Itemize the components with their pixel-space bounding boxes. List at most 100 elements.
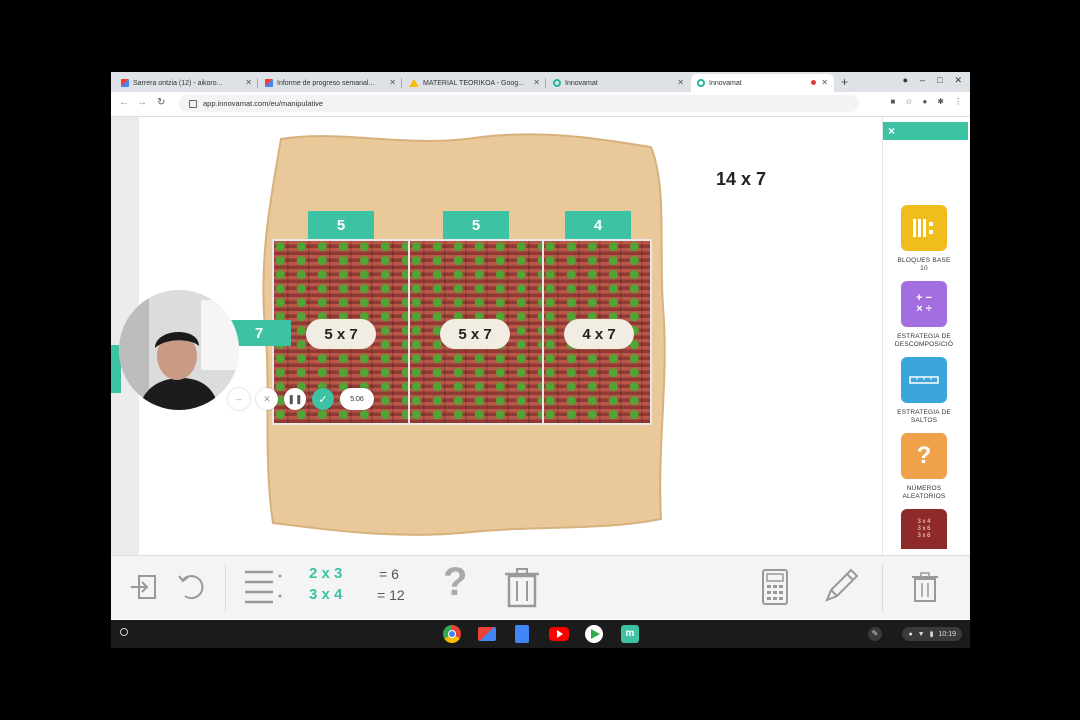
minimize-icon[interactable]: – (920, 75, 925, 86)
bottom-toolbar: 2 x 3 = 6 3 x 4 = 12 ? (111, 555, 970, 619)
maximize-icon[interactable]: □ (937, 75, 942, 86)
back-arrow-icon[interactable]: ← (119, 97, 129, 108)
tool-label: NÚMEROS ALEATORIOS (902, 485, 946, 500)
clock: 10:19 (938, 630, 956, 638)
calculator-icon[interactable] (761, 568, 789, 611)
column-width-tag-2[interactable]: 5 (443, 211, 509, 244)
recording-dot-icon (811, 80, 816, 85)
garden-plot-2[interactable]: 5 x 7 (408, 239, 544, 425)
equation-expression-1: 2 x 3 (309, 565, 343, 582)
drive-icon (409, 79, 419, 87)
window-controls: ● – □ ✕ (903, 75, 962, 86)
list-icon[interactable] (243, 568, 285, 611)
browser-tab-gmail-2[interactable]: Informe de progreso semanal... ✕ (259, 74, 402, 92)
help-button[interactable]: ? (443, 560, 467, 605)
account-icon[interactable]: ● (903, 75, 908, 86)
browser-tab-drive[interactable]: MATERIAL TEORIKOA - Goog... ✕ (403, 74, 546, 92)
undo-icon[interactable] (175, 570, 207, 607)
close-tab-icon[interactable]: ✕ (821, 78, 828, 87)
wifi-icon: ▼ (917, 630, 925, 638)
exit-icon[interactable] (129, 572, 159, 607)
pencil-icon[interactable] (821, 566, 861, 611)
tab-title: Sarrera ontzia (12) - aikoro... (133, 79, 223, 87)
minimize-recorder-icon[interactable]: – (228, 388, 250, 410)
tool-label: BLOQUES BASE 10 (897, 257, 951, 272)
tab-title: MATERIAL TEORIKOA - Goog... (423, 79, 525, 87)
reload-icon[interactable]: ↻ (157, 97, 165, 108)
tool-label: ESTRATEGIA DE DESCOMPOSICIÓ (894, 333, 954, 348)
browser-tab-strip: Sarrera ontzia (12) - aikoro... ✕ Inform… (111, 72, 970, 92)
base-ten-blocks-icon (901, 205, 947, 251)
docs-icon[interactable] (515, 625, 529, 643)
multiplication-table-icon: 3 x 4 3 x 6 3 x 6 (901, 509, 947, 549)
gmail-icon[interactable] (478, 627, 496, 641)
tool-decomposition-strategy[interactable]: + − × ÷ ESTRATEGIA DE DESCOMPOSICIÓ (889, 281, 959, 349)
close-tab-icon[interactable]: ✕ (677, 78, 684, 87)
webcam-bubble[interactable] (119, 290, 239, 410)
garden-plot-3[interactable]: 4 x 7 (542, 239, 652, 425)
chrome-icon[interactable] (443, 625, 461, 643)
plot-product-label: 4 x 7 (564, 319, 634, 349)
tab-title: Informe de progreso semanal... (277, 79, 375, 87)
equation-result-1: = 6 (379, 566, 399, 582)
browser-tab-innovamat-active[interactable]: Innovamat ✕ (691, 74, 834, 92)
problem-title: 14 x 7 (716, 169, 767, 189)
puzzle-extension-icon[interactable]: ✱ (937, 97, 944, 106)
tool-multiplication-table[interactable]: 3 x 4 3 x 6 3 x 6 (889, 509, 959, 549)
chromebook-screen: Sarrera ontzia (12) - aikoro... ✕ Inform… (111, 72, 970, 648)
extension-icons: ■ ☆ ● ✱ ⋮ (890, 97, 962, 106)
notification-icon: ● (908, 630, 913, 638)
tab-title: Innovamat (709, 79, 742, 87)
number-line-icon (901, 357, 947, 403)
math-operations-icon: + − × ÷ (901, 281, 947, 327)
close-tab-icon[interactable]: ✕ (245, 78, 252, 87)
close-tab-icon[interactable]: ✕ (389, 78, 396, 87)
trash-icon[interactable] (503, 568, 541, 613)
stylus-icon[interactable]: ✎ (868, 627, 882, 641)
innovamat-icon (697, 79, 705, 87)
browser-toolbar: ← → ↻ app.innovamat.com/eu/manipulative … (111, 92, 970, 117)
sidebar-trash-icon[interactable] (911, 572, 939, 607)
play-store-icon[interactable] (585, 625, 603, 643)
equation-result-2: = 12 (377, 587, 405, 603)
tool-base-ten-blocks[interactable]: BLOQUES BASE 10 (889, 205, 959, 273)
column-width-tag-3[interactable]: 4 (565, 211, 631, 244)
tool-random-numbers[interactable]: ? NÚMEROS ALEATORIOS (889, 433, 959, 501)
browser-tab-gmail-1[interactable]: Sarrera ontzia (12) - aikoro... ✕ (115, 74, 258, 92)
launcher-icon[interactable] (120, 628, 128, 636)
tool-jump-strategy[interactable]: ESTRATEGIA DE SALTOS (889, 357, 959, 425)
plot-product-label: 5 x 7 (440, 319, 510, 349)
gmail-icon (121, 79, 129, 87)
status-area[interactable]: ● ▼ ▮ 10:19 (902, 627, 962, 641)
close-window-icon[interactable]: ✕ (954, 75, 962, 86)
close-tab-icon[interactable]: ✕ (533, 78, 540, 87)
lock-icon (189, 99, 197, 108)
close-sidebar-button[interactable]: × (883, 122, 968, 140)
profile-icon[interactable]: ● (922, 97, 927, 106)
question-mark-icon: ? (901, 433, 947, 479)
address-bar[interactable]: app.innovamat.com/eu/manipulative (179, 95, 859, 112)
finish-recording-icon[interactable]: ✓ (312, 388, 334, 410)
tools-sidebar: × BLOQUES BASE 10 + − × ÷ ESTRATEGIA DE D… (882, 117, 970, 555)
plot-product-label: 5 x 7 (306, 319, 376, 349)
innovamat-icon (553, 79, 561, 87)
camera-extension-icon[interactable]: ■ (890, 97, 895, 106)
youtube-icon[interactable] (549, 627, 569, 641)
webcam-person-image (119, 290, 239, 410)
url-text: app.innovamat.com/eu/manipulative (203, 99, 324, 108)
battery-icon: ▮ (929, 631, 934, 638)
chromeos-shelf: m ✎ ● ▼ ▮ 10:19 (111, 620, 970, 648)
browser-tab-innovamat-1[interactable]: Innovamat ✕ (547, 74, 690, 92)
pause-recording-icon[interactable]: ❚❚ (284, 388, 306, 410)
innovamat-workspace: 14 x 7 5 5 4 5 x 7 5 x 7 4 x 7 7 × BLOQU… (111, 117, 970, 555)
innovamat-app-icon[interactable]: m (621, 625, 639, 643)
equation-expression-2: 3 x 4 (309, 586, 343, 603)
new-tab-button[interactable]: + (841, 75, 848, 89)
forward-arrow-icon[interactable]: → (137, 97, 147, 108)
column-width-tag-1[interactable]: 5 (308, 211, 374, 244)
bookmark-star-icon[interactable]: ☆ (905, 97, 912, 106)
tool-label: ESTRATEGIA DE SALTOS (897, 409, 951, 424)
cancel-recording-icon[interactable]: ✕ (256, 388, 278, 410)
tab-title: Innovamat (565, 79, 598, 87)
menu-kebab-icon[interactable]: ⋮ (954, 97, 962, 106)
